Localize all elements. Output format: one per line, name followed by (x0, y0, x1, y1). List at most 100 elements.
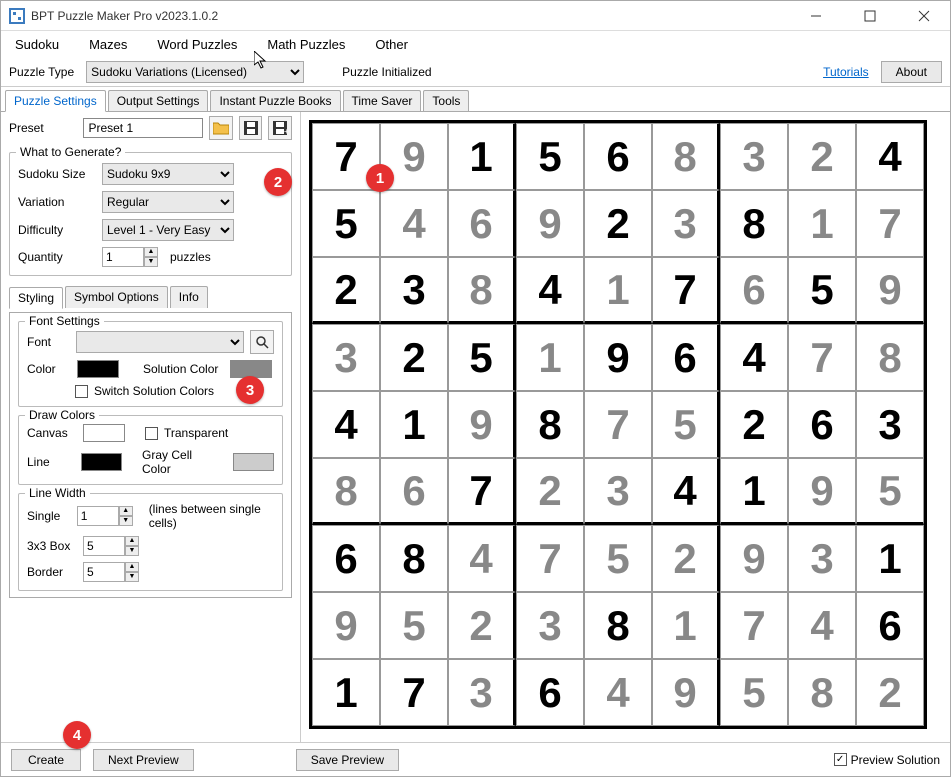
sudoku-cell: 9 (720, 525, 788, 592)
menu-mazes[interactable]: Mazes (83, 35, 133, 54)
menu-math-puzzles[interactable]: Math Puzzles (261, 35, 351, 54)
variation-label: Variation (18, 195, 96, 209)
puzzle-type-select[interactable]: Sudoku Variations (Licensed) (86, 61, 304, 83)
window-title: BPT Puzzle Maker Pro v2023.1.0.2 (31, 9, 798, 23)
preview-solution-checkbox[interactable]: ✓ (834, 753, 847, 766)
difficulty-select[interactable]: Level 1 - Very Easy (102, 219, 234, 241)
maximize-button[interactable] (852, 4, 888, 28)
about-button[interactable]: About (881, 61, 942, 83)
preset-input[interactable] (83, 118, 203, 138)
sudoku-cell: 2 (788, 123, 856, 190)
menu-sudoku[interactable]: Sudoku (9, 35, 65, 54)
variation-select[interactable]: Regular (102, 191, 234, 213)
sudoku-size-select[interactable]: Sudoku 9x9 (102, 163, 234, 185)
preview-solution-label: Preview Solution (851, 753, 940, 767)
sudoku-cell: 7 (720, 592, 788, 659)
sudoku-cell: 5 (788, 257, 856, 324)
sudoku-cell: 2 (312, 257, 380, 324)
sudoku-cell: 3 (720, 123, 788, 190)
sudoku-cell: 4 (380, 190, 448, 257)
sudoku-cell: 6 (312, 525, 380, 592)
sudoku-cell: 1 (788, 190, 856, 257)
difficulty-label: Difficulty (18, 223, 96, 237)
line-color-label: Line (27, 455, 75, 469)
border-width-stepper[interactable]: ▲▼ (83, 562, 139, 582)
save-preview-button[interactable]: Save Preview (296, 749, 399, 771)
sudoku-cell: 6 (380, 458, 448, 525)
tab-output-settings[interactable]: Output Settings (108, 90, 209, 111)
sudoku-cell: 5 (380, 592, 448, 659)
subtab-info[interactable]: Info (170, 286, 208, 308)
next-preview-button[interactable]: Next Preview (93, 749, 194, 771)
tab-tools[interactable]: Tools (423, 90, 469, 111)
tutorials-link[interactable]: Tutorials (823, 65, 869, 79)
font-color-label: Color (27, 362, 71, 376)
font-select[interactable] (76, 331, 244, 353)
sudoku-cell: 1 (652, 592, 720, 659)
left-panel: Preset + What to Generate? Sudoku Size S… (1, 112, 301, 742)
quantity-stepper[interactable]: ▲▼ (102, 247, 158, 267)
canvas-color-swatch[interactable] (83, 424, 125, 442)
gray-cell-color-swatch[interactable] (233, 453, 274, 471)
sudoku-cell: 3 (788, 525, 856, 592)
minimize-button[interactable] (798, 4, 834, 28)
tab-instant-puzzle-books[interactable]: Instant Puzzle Books (210, 90, 340, 111)
topbar: Puzzle Type Sudoku Variations (Licensed)… (1, 57, 950, 87)
sudoku-cell: 2 (652, 525, 720, 592)
create-button[interactable]: Create (11, 749, 81, 771)
sudoku-cell: 8 (448, 257, 516, 324)
sudoku-cell: 6 (788, 391, 856, 458)
status-text: Puzzle Initialized (342, 65, 431, 79)
folder-icon (213, 121, 229, 135)
box-width-stepper[interactable]: ▲▼ (83, 536, 139, 556)
sudoku-cell: 9 (856, 257, 924, 324)
sudoku-cell: 7 (380, 659, 448, 726)
sudoku-cell: 9 (652, 659, 720, 726)
preset-saveas-button[interactable]: + (268, 116, 292, 140)
magnifier-icon (255, 335, 269, 349)
single-width-label: Single (27, 509, 71, 523)
preset-open-button[interactable] (209, 116, 233, 140)
sudoku-cell: 3 (448, 659, 516, 726)
subtab-symbol-options[interactable]: Symbol Options (65, 286, 168, 308)
sudoku-cell: 2 (720, 391, 788, 458)
tab-time-saver[interactable]: Time Saver (343, 90, 422, 111)
switch-solution-colors-checkbox[interactable] (75, 385, 88, 398)
sudoku-cell: 6 (856, 592, 924, 659)
line-width-note: (lines between single cells) (149, 502, 274, 530)
sudoku-cell: 3 (516, 592, 584, 659)
preset-save-button[interactable] (239, 116, 263, 140)
sudoku-cell: 5 (856, 458, 924, 525)
menu-word-puzzles[interactable]: Word Puzzles (151, 35, 243, 54)
bottombar: Create Next Preview Save Preview ✓ Previ… (1, 742, 950, 776)
menu-other[interactable]: Other (369, 35, 414, 54)
sudoku-cell: 2 (856, 659, 924, 726)
font-color-swatch[interactable] (77, 360, 119, 378)
font-browse-button[interactable] (250, 330, 274, 354)
sudoku-size-label: Sudoku Size (18, 167, 96, 181)
sudoku-cell: 3 (584, 458, 652, 525)
canvas-label: Canvas (27, 426, 77, 440)
cursor-icon (254, 51, 268, 69)
sudoku-cell: 1 (312, 659, 380, 726)
sudoku-cell: 5 (652, 391, 720, 458)
font-label: Font (27, 335, 70, 349)
sudoku-cell: 3 (380, 257, 448, 324)
line-color-swatch[interactable] (81, 453, 122, 471)
sudoku-cell: 2 (584, 190, 652, 257)
marker-2: 2 (264, 168, 292, 196)
sudoku-cell: 4 (516, 257, 584, 324)
single-width-stepper[interactable]: ▲▼ (77, 506, 133, 526)
sudoku-cell: 3 (652, 190, 720, 257)
gray-cell-color-label: Gray Cell Color (142, 448, 221, 476)
close-button[interactable] (906, 4, 942, 28)
quantity-unit: puzzles (170, 250, 211, 264)
sudoku-cell: 2 (448, 592, 516, 659)
transparent-checkbox[interactable] (145, 427, 158, 440)
sudoku-cell: 8 (516, 391, 584, 458)
subtab-styling[interactable]: Styling (9, 287, 63, 309)
sudoku-cell: 7 (516, 525, 584, 592)
tab-puzzle-settings[interactable]: Puzzle Settings (5, 90, 106, 112)
sudoku-cell: 5 (448, 324, 516, 391)
sudoku-cell: 2 (380, 324, 448, 391)
